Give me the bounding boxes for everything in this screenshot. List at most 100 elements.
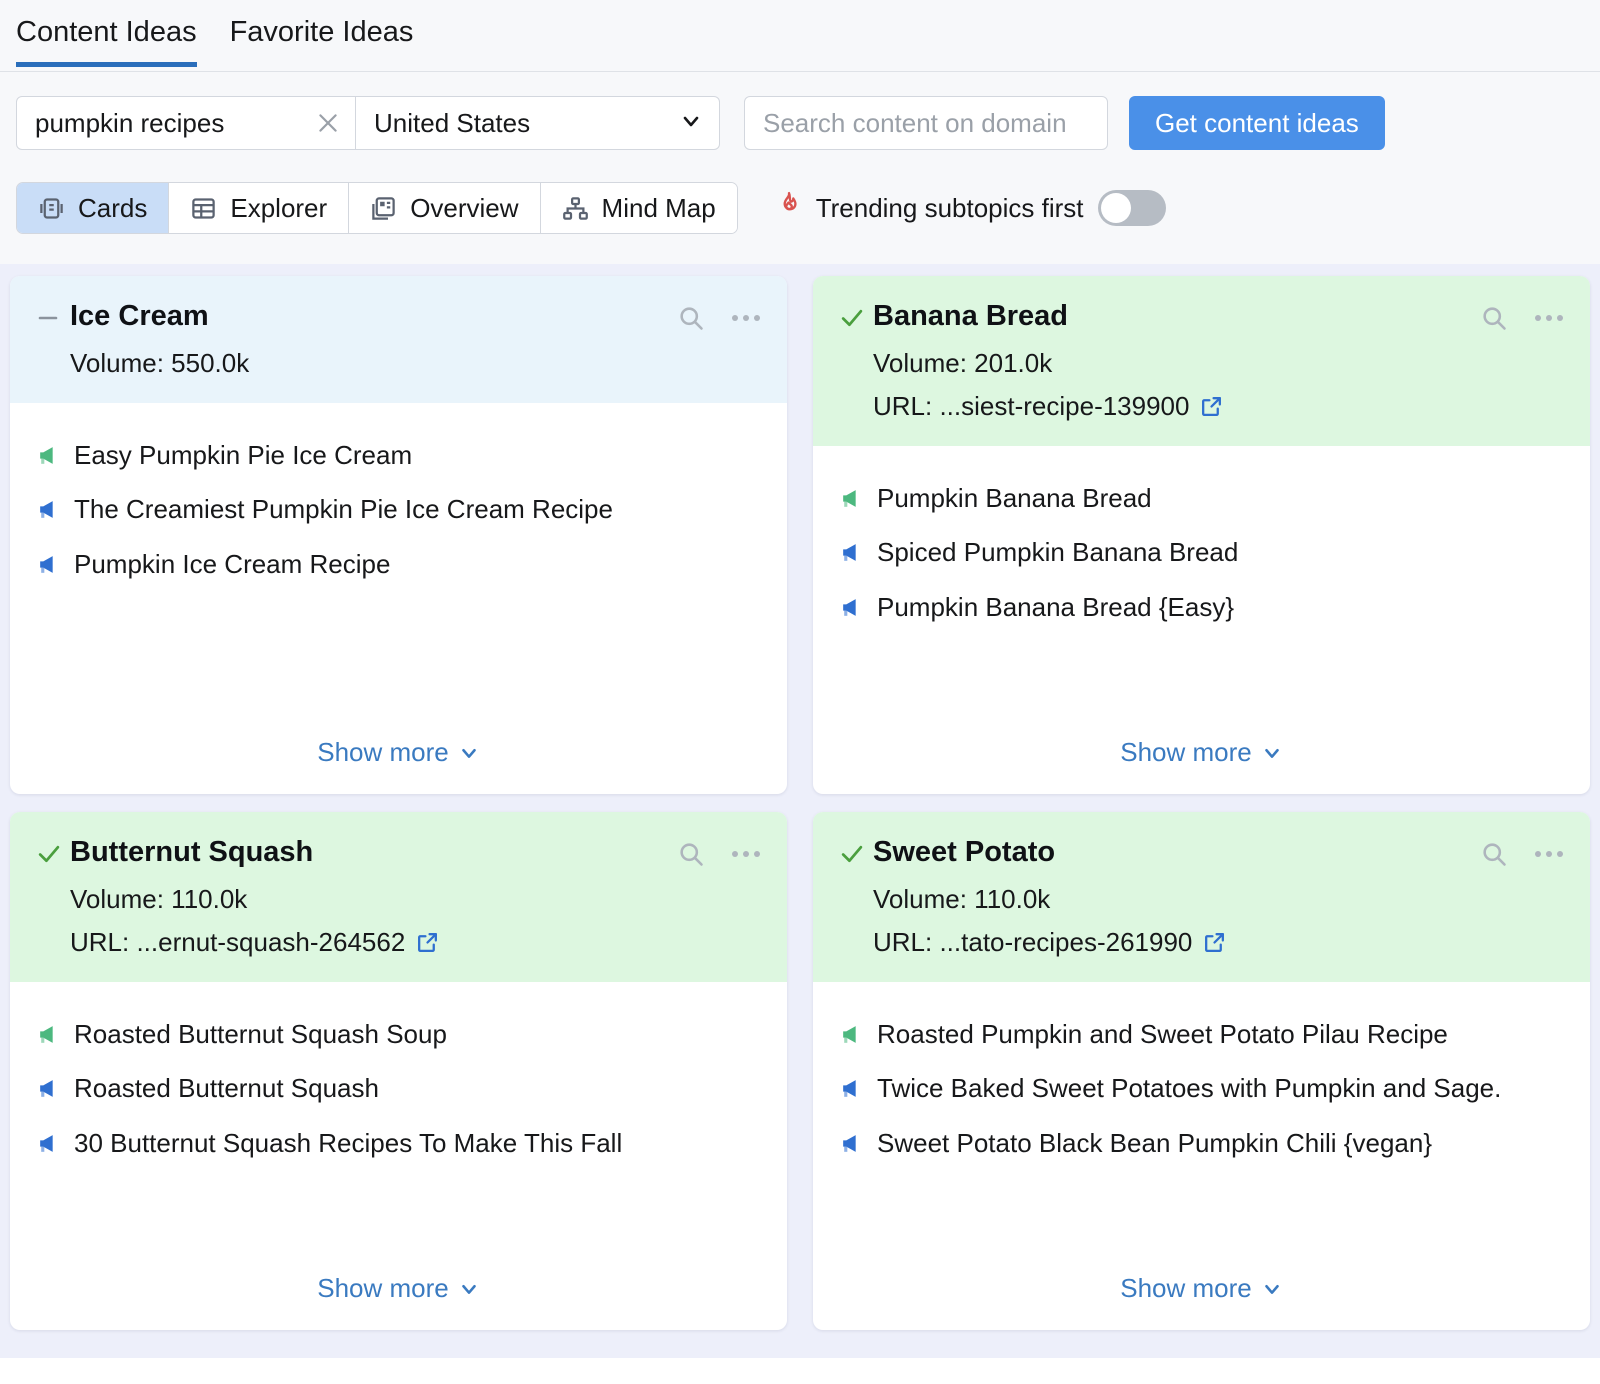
idea-card[interactable]: Banana Bread Volume: 201.0k URL: ...sies [813,276,1590,794]
tab-bar: Content Ideas Favorite Ideas [0,0,1600,72]
card-actions [677,298,761,332]
list-item[interactable]: 30 Butternut Squash Recipes To Make This… [36,1127,761,1160]
megaphone-icon [36,548,61,577]
tab-content-ideas[interactable]: Content Ideas [16,0,197,67]
card-actions [1480,834,1564,868]
ellipsis-icon[interactable] [1534,848,1564,860]
view-mode-mind-map[interactable]: Mind Map [541,183,737,233]
tab-favorite-ideas-label: Favorite Ideas [230,16,414,48]
keyword-input-wrap[interactable]: pumpkin recipes [16,96,356,150]
megaphone-icon [36,1018,61,1047]
view-toggle-row: Cards Explorer [16,150,1584,264]
trending-subtopics-control: Trending subtopics first [776,190,1166,226]
check-icon [839,834,873,867]
card-volume: Volume: 110.0k [873,884,1564,915]
list-item[interactable]: Sweet Potato Black Bean Pumpkin Chili {v… [839,1127,1564,1160]
check-icon [839,298,873,331]
search-row: pumpkin recipes United States Get conten… [16,96,1584,150]
card-header-top: Butternut Squash [36,834,761,872]
list-item[interactable]: Easy Pumpkin Pie Ice Cream [36,439,761,472]
megaphone-icon [36,493,61,522]
card-header: Sweet Potato Volume: 110.0k URL: ...tato [813,812,1590,982]
card-idea-list: Roasted Pumpkin and Sweet Potato Pilau R… [813,982,1590,1273]
external-link-icon[interactable] [1199,394,1224,419]
idea-card[interactable]: Ice Cream Volume: 550.0k [10,276,787,794]
tab-favorite-ideas[interactable]: Favorite Ideas [230,0,414,67]
chevron-down-icon [679,109,703,138]
list-item[interactable]: Roasted Pumpkin and Sweet Potato Pilau R… [839,1018,1564,1051]
list-item[interactable]: Roasted Butternut Squash Soup [36,1018,761,1051]
list-item-label: Roasted Pumpkin and Sweet Potato Pilau R… [877,1018,1448,1051]
view-mode-cards[interactable]: Cards [17,183,169,233]
search-icon[interactable] [677,304,705,332]
list-item[interactable]: Roasted Butternut Squash [36,1072,761,1105]
megaphone-icon [839,1072,864,1101]
card-actions [677,834,761,868]
card-url-label: URL: ...ernut-squash-264562 [70,927,405,958]
chevron-down-icon [1261,1278,1283,1300]
view-mode-overview[interactable]: Overview [349,183,540,233]
list-item-label: Pumpkin Ice Cream Recipe [74,548,390,581]
close-icon[interactable] [311,106,345,140]
search-input[interactable] [744,96,1108,150]
card-volume: Volume: 201.0k [873,348,1564,379]
ellipsis-icon[interactable] [731,848,761,860]
show-more-button[interactable]: Show more [1120,737,1283,768]
search-icon[interactable] [1480,840,1508,868]
ellipsis-icon[interactable] [1534,312,1564,324]
list-item[interactable]: Pumpkin Ice Cream Recipe [36,548,761,581]
show-more-button[interactable]: Show more [317,1273,480,1304]
card-footer: Show more [10,1273,787,1330]
card-footer: Show more [10,737,787,794]
flame-icon [776,191,802,226]
show-more-label: Show more [317,1273,449,1304]
card-volume-label: Volume: 110.0k [873,884,1050,915]
chevron-down-icon [1261,742,1283,764]
search-icon[interactable] [1480,304,1508,332]
search-icon[interactable] [677,840,705,868]
ellipsis-icon[interactable] [731,312,761,324]
country-select[interactable]: United States [356,96,720,150]
card-header-top: Banana Bread [839,298,1564,336]
list-item[interactable]: Spiced Pumpkin Banana Bread [839,536,1564,569]
keyword-input[interactable]: pumpkin recipes [35,108,311,139]
card-idea-list: Easy Pumpkin Pie Ice Cream The Creamiest… [10,403,787,737]
external-link-icon[interactable] [1202,930,1227,955]
controls-area: pumpkin recipes United States Get conten… [0,72,1600,264]
idea-card[interactable]: Sweet Potato Volume: 110.0k URL: ...tato [813,812,1590,1330]
megaphone-icon [36,439,61,468]
show-more-button[interactable]: Show more [1120,1273,1283,1304]
external-link-icon[interactable] [415,930,440,955]
chevron-down-icon [458,1278,480,1300]
megaphone-icon [839,536,864,565]
view-mode-overview-label: Overview [410,193,518,224]
cards-icon [38,195,65,222]
view-mode-explorer[interactable]: Explorer [169,183,349,233]
card-title: Sweet Potato [873,834,1480,872]
megaphone-icon [36,1127,61,1156]
card-url: URL: ...tato-recipes-261990 [873,927,1564,958]
card-volume-label: Volume: 550.0k [70,348,249,379]
cards-grid: Ice Cream Volume: 550.0k [10,276,1590,1330]
tab-content-ideas-label: Content Ideas [16,16,197,48]
megaphone-icon [839,591,864,620]
view-mode-cards-label: Cards [78,193,147,224]
trending-subtopics-toggle[interactable] [1098,190,1166,226]
list-item[interactable]: Twice Baked Sweet Potatoes with Pumpkin … [839,1072,1564,1105]
card-footer: Show more [813,737,1590,794]
card-url-label: URL: ...tato-recipes-261990 [873,927,1192,958]
list-item[interactable]: Pumpkin Banana Bread {Easy} [839,591,1564,624]
cards-board: Ice Cream Volume: 550.0k [0,264,1600,1358]
list-item-label: Easy Pumpkin Pie Ice Cream [74,439,412,472]
list-item[interactable]: Pumpkin Banana Bread [839,482,1564,515]
table-icon [190,195,217,222]
idea-card[interactable]: Butternut Squash Volume: 110.0k URL: ... [10,812,787,1330]
view-mode-group: Cards Explorer [16,182,738,234]
list-item[interactable]: The Creamiest Pumpkin Pie Ice Cream Reci… [36,493,761,526]
get-content-ideas-button[interactable]: Get content ideas [1129,96,1385,150]
list-item-label: Sweet Potato Black Bean Pumpkin Chili {v… [877,1127,1432,1160]
mindmap-icon [562,195,589,222]
minus-icon [36,298,70,330]
overview-icon [370,195,397,222]
show-more-button[interactable]: Show more [317,737,480,768]
